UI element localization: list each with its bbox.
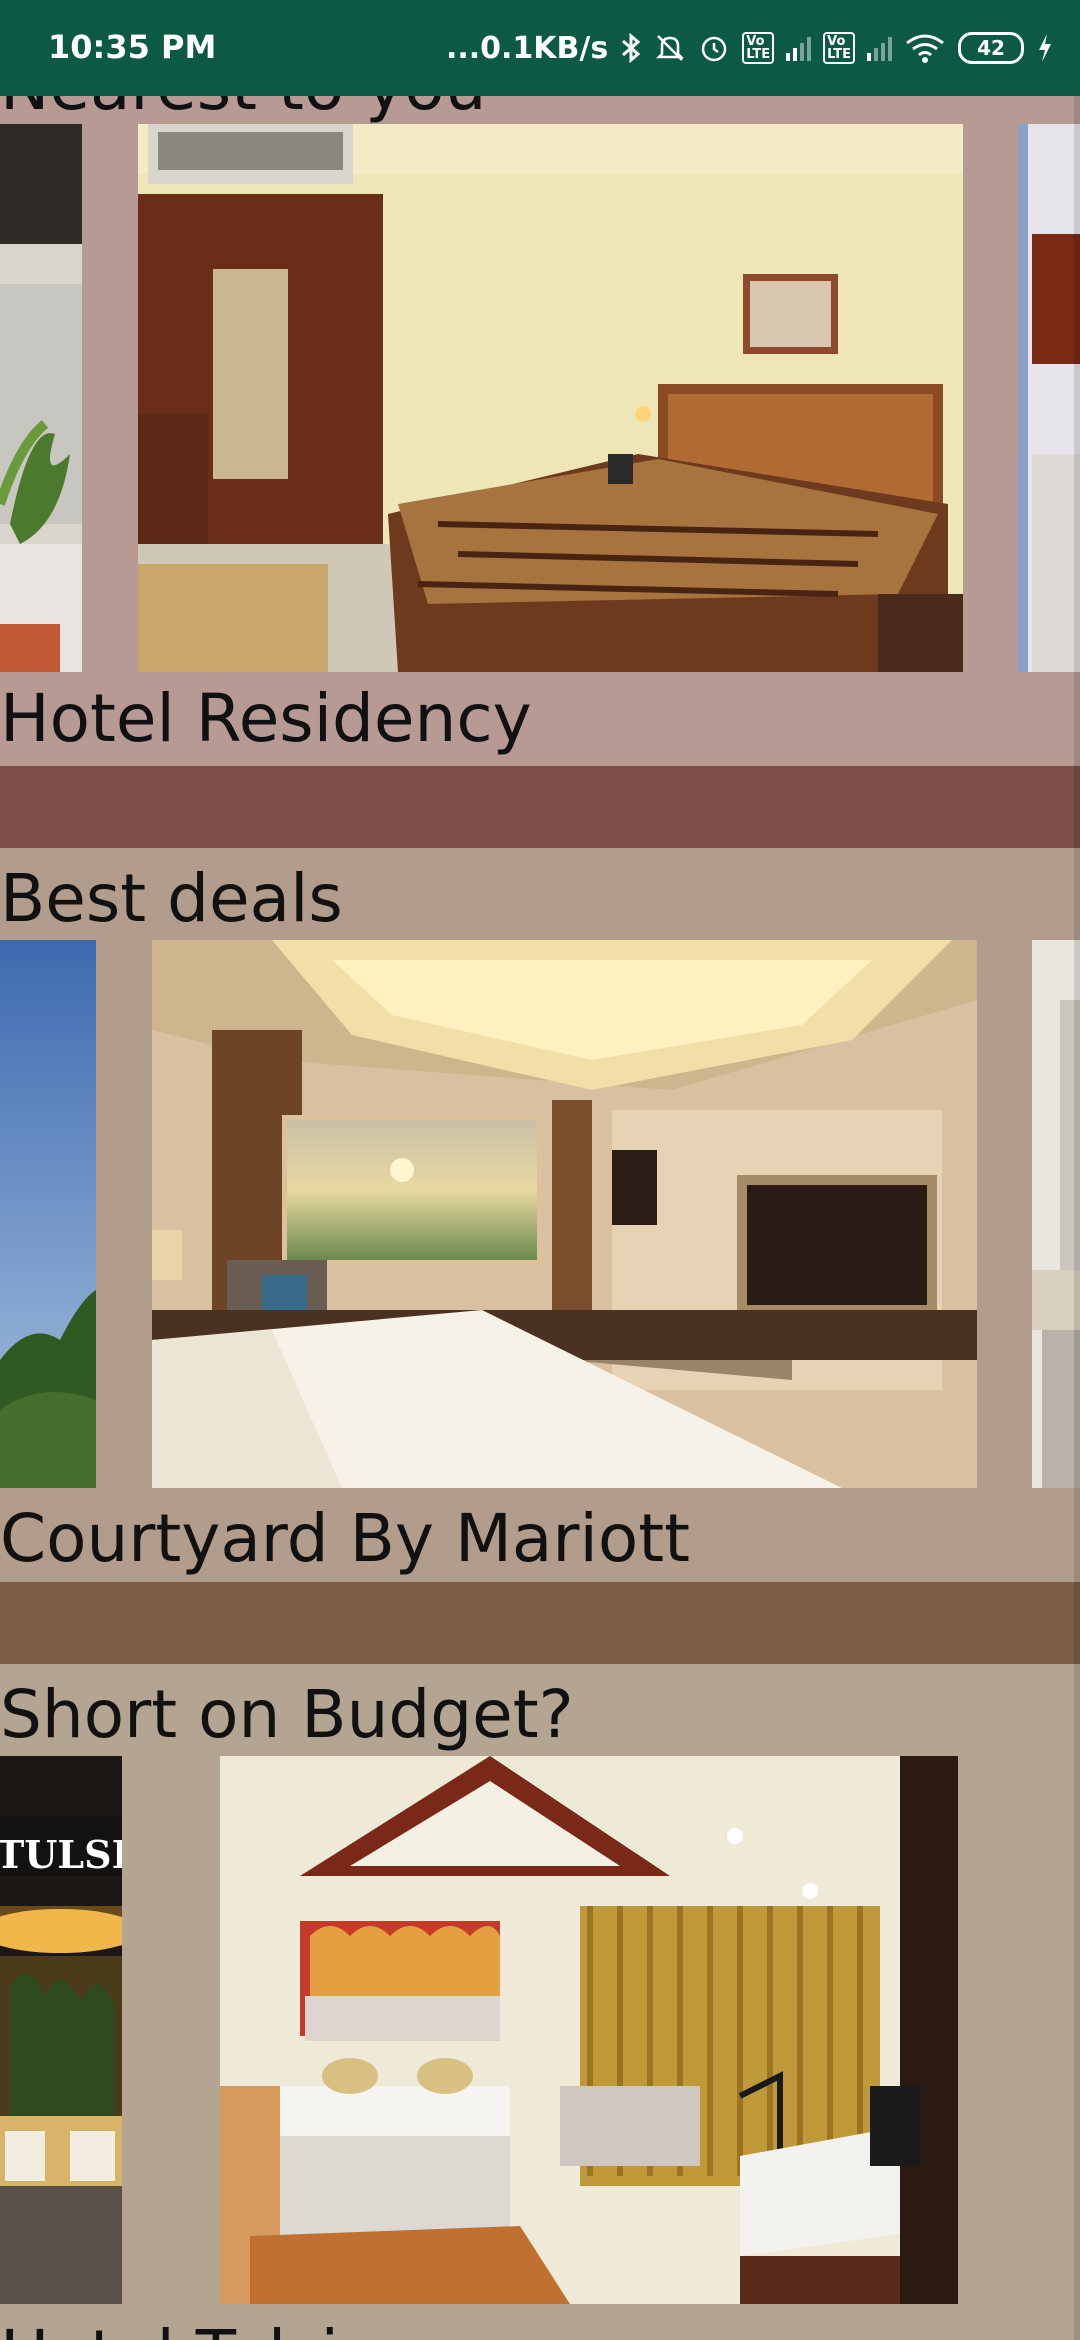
- scroll-edge: [1074, 0, 1080, 2340]
- hotel-sign-text: TULSI: [0, 1832, 122, 1877]
- mute-icon: [654, 32, 686, 64]
- section-title: Best deals: [0, 860, 343, 937]
- hotel-photo[interactable]: [152, 940, 977, 1488]
- hotel-carousel[interactable]: [0, 124, 1080, 672]
- battery-icon: 42: [958, 32, 1024, 64]
- bluetooth-icon: [620, 32, 642, 64]
- hotel-name[interactable]: Courtyard By Mariott: [0, 1500, 690, 1577]
- volte-icon: Vo LTE: [823, 32, 855, 64]
- status-icons: ...0.1KB/s Vo LTE Vo LTE 42: [446, 26, 1054, 70]
- wifi-icon: [904, 32, 946, 64]
- signal-icon: [867, 35, 892, 61]
- alarm-icon: [698, 32, 730, 64]
- section-divider: [0, 766, 1080, 848]
- signal-icon: [786, 35, 812, 61]
- status-time: 10:35 PM: [48, 28, 217, 66]
- hotel-carousel[interactable]: [0, 940, 1080, 1488]
- network-speed: ...0.1KB/s: [445, 30, 609, 66]
- hotel-photo-next[interactable]: [1032, 940, 1080, 1488]
- hotel-photo-previous[interactable]: [0, 940, 96, 1488]
- volte-icon: Vo LTE: [742, 32, 775, 64]
- hotel-photo[interactable]: [220, 1756, 958, 2304]
- hotel-name[interactable]: Hotel Tulsi: [0, 2316, 339, 2340]
- hotel-photo[interactable]: [138, 124, 963, 672]
- battery-level: 42: [977, 36, 1005, 60]
- section-best-deals: Best deals Courtyard By Mariott: [0, 848, 1080, 1664]
- section-divider: [0, 1582, 1080, 1664]
- hotel-photo-next[interactable]: [1018, 124, 1080, 672]
- section-nearest: Nearest to you: [0, 0, 1080, 848]
- hotel-photo-previous[interactable]: [0, 124, 82, 672]
- hotel-name[interactable]: Hotel Residency: [0, 680, 532, 757]
- charging-icon: [1036, 32, 1054, 64]
- hotel-carousel[interactable]: TULSI: [0, 1756, 1080, 2304]
- section-budget: Short on Budget? TULSI: [0, 1664, 1080, 2340]
- section-title: Short on Budget?: [0, 1676, 574, 1753]
- hotel-photo-previous[interactable]: TULSI: [0, 1756, 122, 2304]
- status-bar: 10:35 PM ...0.1KB/s Vo LTE Vo LTE 42: [0, 0, 1080, 96]
